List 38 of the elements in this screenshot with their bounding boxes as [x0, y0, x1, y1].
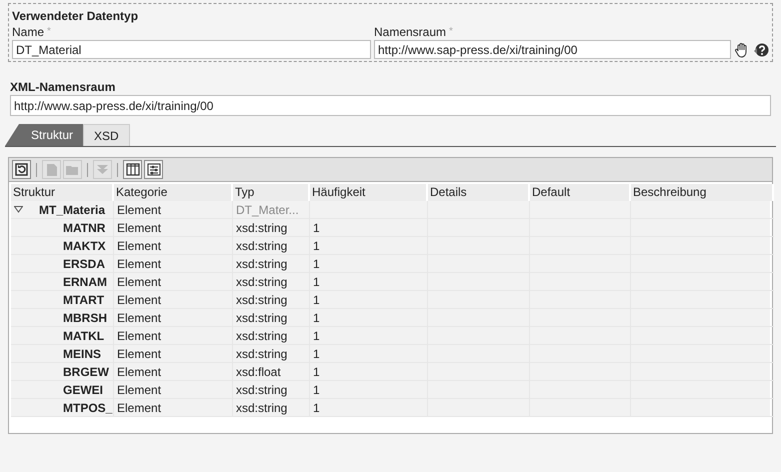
column-header[interactable]: Default: [530, 184, 631, 201]
element-name: MAKTX: [63, 238, 107, 254]
text-field[interactable]: http://www.sap-press.de/xi/training/00: [10, 95, 771, 116]
refresh-icon[interactable]: [12, 160, 31, 179]
text-field[interactable]: DT_Material: [12, 40, 371, 59]
element-name: ERSDA: [63, 256, 106, 272]
element-name: GEWEI: [63, 382, 104, 398]
element-name: MATKL: [63, 328, 106, 344]
text-field[interactable]: http://www.sap-press.de/xi/training/00: [374, 40, 731, 59]
field-label: Name: [12, 24, 44, 40]
element-name: MATNR: [63, 220, 106, 236]
section-title: Verwendeter Datentyp: [12, 8, 140, 24]
element-name: MTPOS_: [63, 400, 113, 416]
tab[interactable]: XSD: [83, 124, 130, 146]
element-name: MEINS: [63, 346, 102, 362]
required-mark: *: [47, 25, 51, 39]
column-header[interactable]: Kategorie: [114, 184, 233, 201]
column-header[interactable]: Struktur: [11, 184, 114, 201]
column-header[interactable]: Beschreibung: [631, 184, 774, 201]
occurrence-cell: 1: [310, 399, 428, 417]
type-cell: xsd:string: [233, 399, 310, 417]
element-name: MTART: [63, 292, 106, 308]
field-label: Namensraum: [374, 24, 446, 40]
column-header[interactable]: Häufigkeit: [310, 184, 428, 201]
required-mark: *: [449, 25, 453, 39]
columns-icon[interactable]: [123, 160, 142, 179]
element-name: ERNAM: [63, 274, 108, 290]
expand-triangle-icon[interactable]: [14, 206, 23, 213]
column-header[interactable]: Details: [428, 184, 530, 201]
field-label: XML-Namensraum: [10, 79, 116, 95]
element-name: MBRSH: [63, 310, 108, 326]
settings-icon[interactable]: [144, 160, 163, 179]
help-icon[interactable]: [753, 42, 769, 58]
element-name: MT_Materia: [39, 202, 106, 218]
category-cell: Element: [114, 399, 233, 417]
column-header[interactable]: Typ: [233, 184, 310, 201]
tab[interactable]: Struktur: [5, 124, 84, 146]
element-name: BRGEW: [63, 364, 110, 380]
